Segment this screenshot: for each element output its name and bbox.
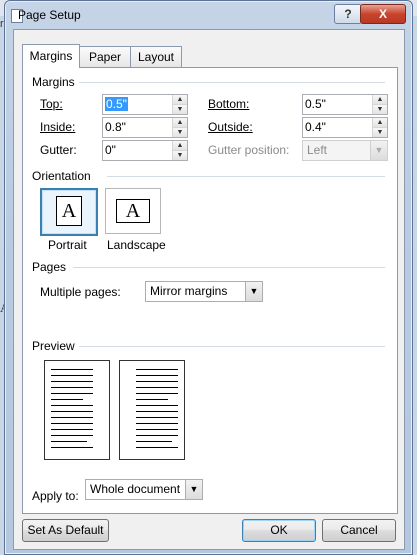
spin-down-icon[interactable]: ▼: [173, 105, 187, 114]
spin-down-icon[interactable]: ▼: [373, 105, 387, 114]
top-margin-spinner[interactable]: 0.5" ▲ ▼: [102, 94, 188, 115]
inside-margin-value[interactable]: 0.8": [105, 120, 126, 134]
bottom-margin-spinner[interactable]: 0.5" ▲ ▼: [302, 94, 388, 115]
margins-section-title: Margins: [32, 75, 75, 89]
portrait-page-icon: A: [56, 196, 82, 226]
gutter-spinner[interactable]: 0" ▲ ▼: [102, 140, 188, 161]
spinner-arrows: ▲ ▼: [372, 118, 387, 137]
title-bar[interactable]: Page Setup ? X: [5, 1, 412, 29]
tab-paper[interactable]: Paper: [79, 46, 131, 67]
outside-label-text: Outside:: [208, 120, 253, 134]
gutter-value[interactable]: 0": [105, 143, 116, 157]
spin-down-icon[interactable]: ▼: [173, 128, 187, 137]
gutter-position-select[interactable]: Left ▼: [302, 140, 388, 161]
gutter-label: Gutter:: [40, 143, 77, 157]
pages-section-title: Pages: [32, 260, 67, 274]
top-label-text: Top:: [40, 97, 63, 111]
multiple-pages-label: Multiple pages:: [40, 285, 121, 299]
orientation-section-title: Orientation: [32, 169, 91, 183]
tab-layout[interactable]: Layout: [130, 46, 182, 67]
spinner-arrows: ▲ ▼: [172, 141, 187, 160]
page-setup-dialog: Page Setup ? X Margins Paper Layout Marg…: [4, 0, 413, 555]
ok-button[interactable]: OK: [242, 519, 316, 542]
top-margin-value[interactable]: 0.5": [105, 97, 128, 111]
apply-to-label: Apply to:: [32, 489, 79, 503]
spin-up-icon[interactable]: ▲: [173, 118, 187, 128]
top-label: Top:: [40, 97, 63, 111]
preview-right-page: [119, 360, 185, 460]
spin-up-icon[interactable]: ▲: [373, 118, 387, 128]
inside-label: Inside:: [40, 120, 75, 134]
close-button[interactable]: X: [360, 4, 406, 24]
spin-up-icon[interactable]: ▲: [173, 95, 187, 105]
dialog-client-area: Margins Paper Layout Margins Top: 0.5" ▲…: [13, 29, 405, 550]
tab-margins[interactable]: Margins: [22, 44, 80, 68]
spinner-arrows: ▲ ▼: [172, 118, 187, 137]
outside-margin-value[interactable]: 0.4": [305, 120, 326, 134]
bottom-label-text: Bottom:: [208, 97, 250, 111]
gutter-position-label: Gutter position:: [208, 143, 290, 157]
landscape-button[interactable]: A: [105, 188, 161, 234]
spin-up-icon[interactable]: ▲: [173, 141, 187, 151]
landscape-label: Landscape: [107, 238, 166, 252]
portrait-label: Portrait: [48, 238, 87, 252]
inside-label-text: Inside:: [40, 120, 76, 134]
chevron-down-icon[interactable]: ▼: [370, 141, 387, 160]
landscape-page-icon: A: [116, 199, 150, 223]
multiple-pages-value: Mirror margins: [150, 284, 228, 298]
bottom-label: Bottom:: [208, 97, 249, 111]
set-as-default-button[interactable]: Set As Default: [22, 519, 109, 542]
outside-margin-spinner[interactable]: 0.4" ▲ ▼: [302, 117, 388, 138]
cancel-button[interactable]: Cancel: [322, 519, 396, 542]
chevron-down-icon[interactable]: ▼: [185, 480, 202, 499]
preview-section-title: Preview: [32, 339, 75, 353]
spinner-arrows: ▲ ▼: [372, 95, 387, 114]
help-button[interactable]: ?: [334, 4, 362, 24]
apply-to-value: Whole document: [90, 482, 181, 496]
spin-up-icon[interactable]: ▲: [373, 95, 387, 105]
spin-down-icon[interactable]: ▼: [373, 128, 387, 137]
gutter-position-value: Left: [307, 143, 328, 157]
spin-down-icon[interactable]: ▼: [173, 151, 187, 160]
preview-left-page: [44, 360, 110, 460]
margins-tab-panel: Margins Top: 0.5" ▲ ▼ Bottom: 0.5" ▲ ▼ I…: [22, 67, 398, 514]
inside-margin-spinner[interactable]: 0.8" ▲ ▼: [102, 117, 188, 138]
multiple-pages-select[interactable]: Mirror margins ▼: [145, 281, 263, 302]
apply-to-select[interactable]: Whole document ▼: [85, 479, 203, 500]
dialog-title: Page Setup: [18, 8, 81, 22]
divider: [79, 346, 385, 347]
divider: [73, 267, 385, 268]
divider: [79, 82, 385, 83]
divider: [107, 176, 385, 177]
portrait-button[interactable]: A: [40, 188, 98, 236]
chevron-down-icon[interactable]: ▼: [245, 282, 262, 301]
outside-label: Outside:: [208, 120, 253, 134]
bottom-margin-value[interactable]: 0.5": [305, 97, 326, 111]
spinner-arrows: ▲ ▼: [172, 95, 187, 114]
